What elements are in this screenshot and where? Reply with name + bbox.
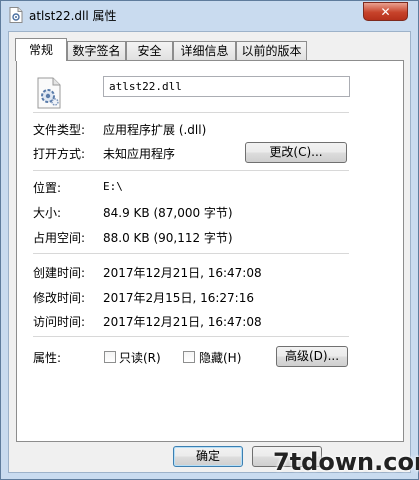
tab-general[interactable]: 常规: [15, 38, 67, 61]
dll-file-icon: [9, 7, 23, 23]
watermark-text: 7tdown.com: [273, 448, 419, 476]
tab-security[interactable]: 安全: [126, 41, 173, 60]
created-label: 创建时间:: [33, 266, 86, 280]
tab-digital-signatures[interactable]: 数字签名: [67, 41, 126, 60]
general-panel: atlst22.dll 文件类型: 应用程序扩展 (.dll) 打开方式: 未知…: [16, 60, 404, 442]
location-label: 位置:: [33, 181, 62, 195]
tab-previous-versions-label: 以前的版本: [241, 44, 302, 58]
size-on-disk-label: 占用空间:: [33, 231, 86, 245]
window-title: atlst22.dll 属性: [29, 9, 117, 23]
tab-general-label: 常规: [28, 43, 53, 57]
accessed-label: 访问时间:: [33, 315, 86, 329]
dll-file-icon-large: [37, 77, 61, 109]
modified-label: 修改时间:: [33, 291, 86, 305]
close-icon: ✕: [380, 4, 391, 19]
file-type-label: 文件类型:: [33, 123, 86, 137]
tab-security-label: 安全: [137, 44, 162, 58]
advanced-button[interactable]: 高级(D)...: [276, 346, 348, 367]
change-button[interactable]: 更改(C)...: [245, 142, 347, 163]
divider: [33, 253, 349, 254]
modified-value: 2017年2月15日, 16:27:16: [103, 291, 254, 305]
tab-previous-versions[interactable]: 以前的版本: [236, 41, 307, 60]
tab-details[interactable]: 详细信息: [173, 41, 236, 60]
created-value: 2017年12月21日, 16:47:08: [103, 266, 262, 280]
dialog-body: 常规 数字签名 安全 详细信息 以前的版本 atlst22.dll 文件类型: …: [8, 31, 411, 473]
hidden-checkbox[interactable]: [183, 351, 195, 363]
accessed-value: 2017年12月21日, 16:47:08: [103, 315, 262, 329]
divider: [33, 170, 349, 171]
location-value: E:\: [103, 180, 123, 193]
readonly-checkbox[interactable]: [104, 351, 116, 363]
properties-window: atlst22.dll 属性 ✕ 常规 数字签名 安全 详细信息 以前的版本 a…: [0, 0, 419, 480]
hidden-label: 隐藏(H): [199, 351, 242, 365]
title-bar[interactable]: atlst22.dll 属性 ✕: [1, 1, 418, 29]
tab-digital-signatures-label: 数字签名: [72, 44, 121, 58]
close-button[interactable]: ✕: [363, 2, 408, 21]
size-on-disk-value: 88.0 KB (90,112 字节): [103, 231, 233, 245]
divider: [33, 112, 349, 113]
file-name-field[interactable]: atlst22.dll: [103, 76, 350, 97]
readonly-label: 只读(R): [119, 351, 161, 365]
size-value: 84.9 KB (87,000 字节): [103, 206, 233, 220]
file-type-value: 应用程序扩展 (.dll): [103, 123, 207, 137]
tab-details-label: 详细信息: [180, 44, 229, 58]
divider: [33, 336, 349, 337]
attributes-label: 属性:: [33, 351, 62, 365]
size-label: 大小:: [33, 206, 62, 220]
opens-with-label: 打开方式:: [33, 147, 86, 161]
ok-button[interactable]: 确定: [173, 446, 243, 467]
opens-with-value: 未知应用程序: [103, 147, 176, 161]
